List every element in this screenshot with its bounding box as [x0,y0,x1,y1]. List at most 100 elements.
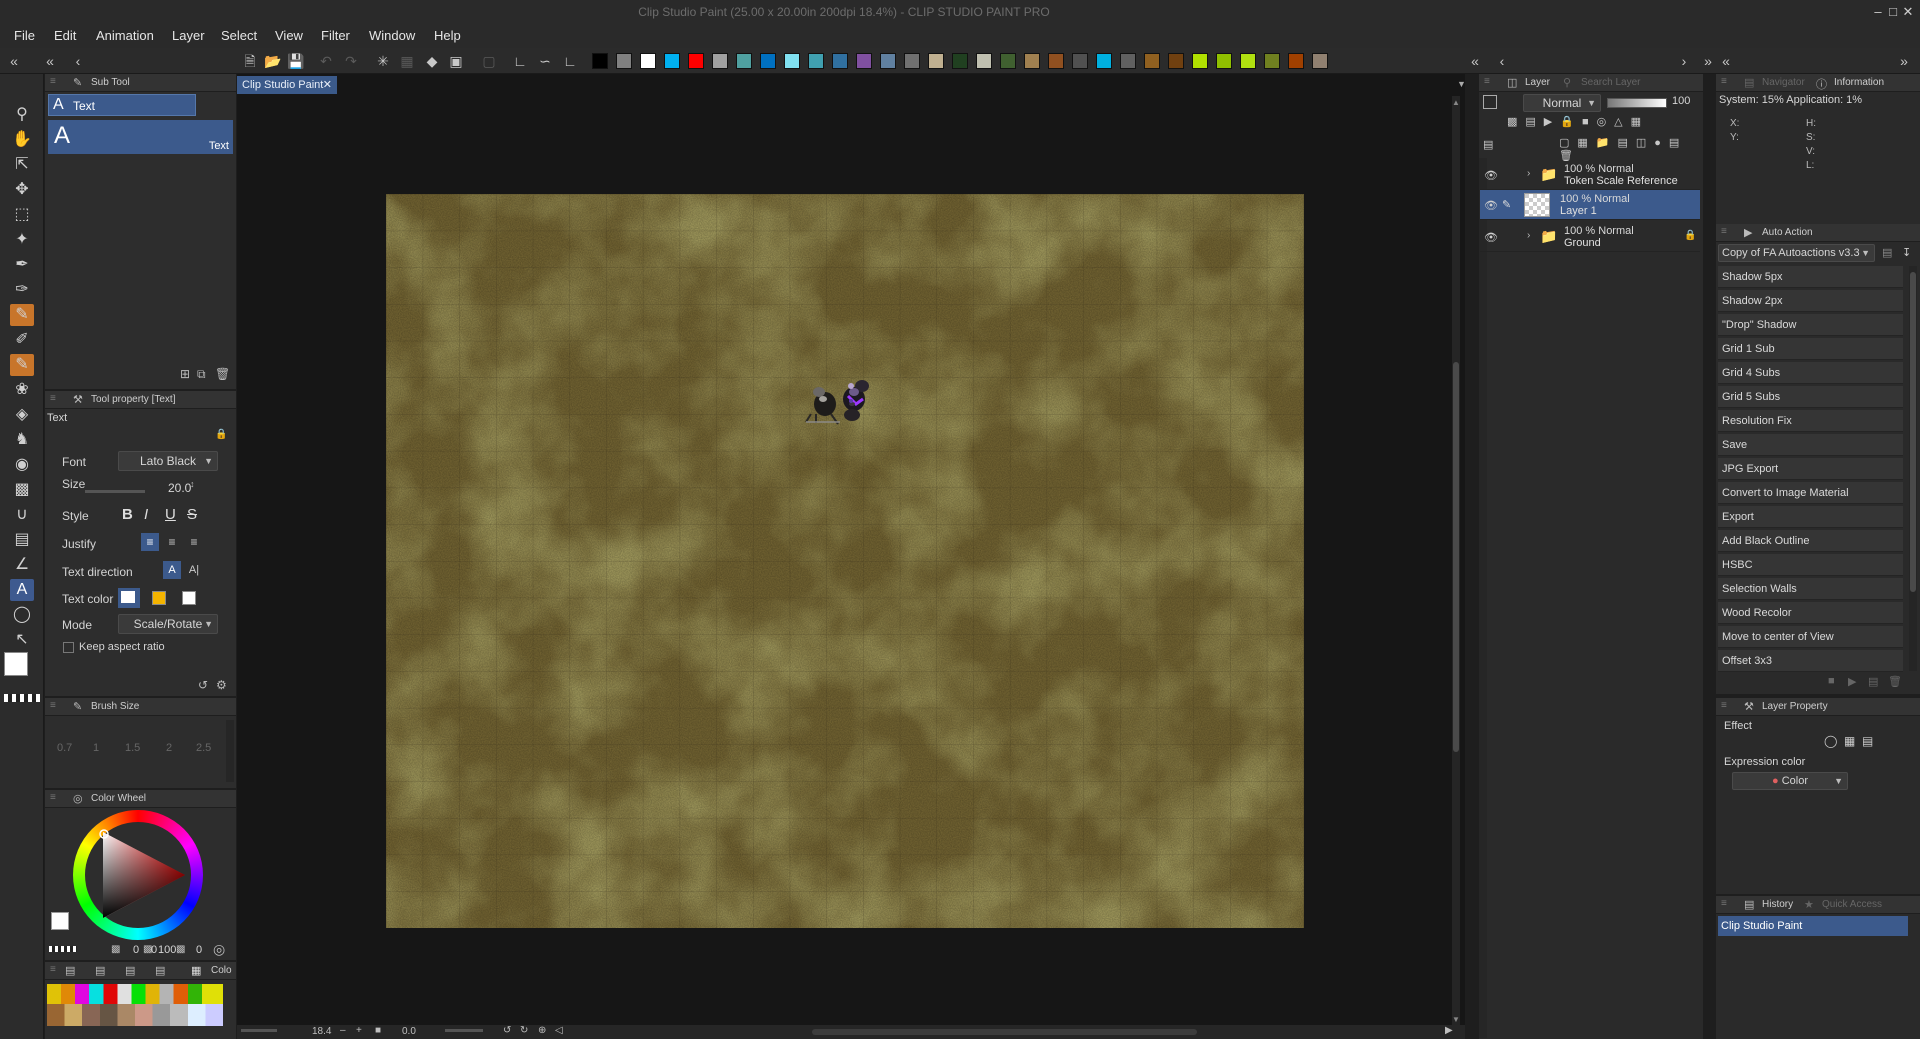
menu-animation[interactable]: Animation [96,28,154,43]
hand-tool-icon[interactable]: ✋ [10,129,34,151]
auto-action-item[interactable]: Shadow 2px [1718,290,1903,312]
tab-menu-icon[interactable]: ▼ [1457,79,1466,89]
collapse-left-icon[interactable]: « [6,53,22,69]
menu-file[interactable]: File [14,28,35,43]
brush-size-preset[interactable]: 2 [166,742,172,754]
reset-rotation-icon[interactable]: ⊕ [538,1025,546,1036]
scroll-right-icon[interactable]: ▶ [1445,1025,1453,1036]
selection-tool-icon[interactable]: ⬚ [10,204,34,226]
palette-swatch[interactable] [784,53,800,69]
palette-swatch[interactable] [688,53,704,69]
text-tool-icon[interactable]: A [10,579,34,601]
correct-line-tool-icon[interactable]: ↖ [10,629,34,651]
close-button[interactable]: ✕ [1898,2,1918,22]
subtool-group-tab[interactable]: A Text [48,94,196,116]
chevron-left-icon[interactable]: ‹ [1494,53,1510,69]
menu-window[interactable]: Window [369,28,415,43]
color-set-grid-row[interactable] [47,1004,223,1026]
tab-search-layer[interactable]: Search Layer [1581,77,1640,88]
palette-swatch[interactable] [1096,53,1112,69]
main-color-chip[interactable] [51,912,69,930]
tone-effect-icon[interactable]: ▦ [1844,734,1855,748]
palette-swatch[interactable] [616,53,632,69]
auto-action-new-icon[interactable]: ▤ [1868,675,1878,688]
border-icon[interactable]: ▢ [481,53,497,69]
palette-swatch[interactable] [952,53,968,69]
palette-swatch[interactable] [1264,53,1280,69]
map-canvas[interactable] [386,194,1304,928]
transform-icon[interactable]: ▣ [448,53,464,69]
frame-tool-icon[interactable]: ▤ [10,529,34,551]
angle-value[interactable]: 0.0 [402,1026,416,1037]
delete-subtool-icon[interactable]: 🗑 [215,367,230,381]
history-item[interactable]: Clip Studio Paint [1718,916,1908,936]
auto-action-item[interactable]: Grid 5 Subs [1718,386,1903,408]
palette-swatch[interactable] [1288,53,1304,69]
auto-action-item[interactable]: HSBC [1718,554,1903,576]
tab-quick-access[interactable]: Quick Access [1822,899,1882,910]
auto-action-item[interactable]: Move to center of View [1718,626,1903,648]
opacity-slider[interactable] [1607,98,1667,108]
color-set-tab-label[interactable]: Colo [211,965,232,976]
collapse-right-icon[interactable]: « [1467,53,1483,69]
palette-swatch[interactable] [880,53,896,69]
grip-icon[interactable]: ≡ [50,964,56,975]
auto-action-play-icon[interactable]: ▶ [1848,675,1856,688]
main-color-swatch[interactable] [4,652,28,676]
palette-swatch[interactable] [1192,53,1208,69]
brush-tool-icon[interactable]: ✐ [10,329,34,351]
palette-swatch[interactable] [1216,53,1232,69]
palette-swatch[interactable] [928,53,944,69]
tab-layer[interactable]: Layer [1525,77,1550,88]
ruler-snap-icon[interactable]: ∟ [512,53,528,69]
color-slider-tab-icon[interactable]: ▤ [65,964,75,977]
grip-icon[interactable]: ≡ [1721,76,1727,87]
transparent-chip[interactable] [49,946,77,952]
tab-information[interactable]: Information [1834,77,1884,88]
palette-swatch[interactable] [1000,53,1016,69]
selection-icon[interactable]: ▦ [399,53,415,69]
folder-expand-icon[interactable]: › [1527,168,1530,179]
auto-action-item[interactable]: Shadow 5px [1718,266,1903,288]
chevron-right-icon[interactable]: › [1676,53,1692,69]
palette-swatch[interactable] [1168,53,1184,69]
layer-toolbar-row2[interactable]: ▢▦📁▤◫●▤🗑 [1559,136,1699,162]
grip-icon[interactable]: ≡ [50,393,56,404]
visibility-eye-icon[interactable]: 👁 [1484,231,1498,244]
layer-panel-scroll-track[interactable] [1479,158,1487,1038]
palette-swatch[interactable] [808,53,824,69]
approximate-color-tab-icon[interactable]: ▤ [125,964,135,977]
palette-color-icon[interactable] [1483,95,1497,109]
grip-icon[interactable]: ≡ [1721,898,1727,909]
palette-swatch[interactable] [832,53,848,69]
user-color-chip[interactable] [182,591,196,605]
sub-color-chip[interactable] [152,591,166,605]
auto-action-add-icon[interactable]: ▤ [1882,246,1892,259]
palette-swatch[interactable] [1072,53,1088,69]
pencil-tool-icon[interactable]: ✎ [10,304,34,326]
palette-swatch[interactable] [640,53,656,69]
menu-filter[interactable]: Filter [321,28,350,43]
palette-swatch[interactable] [1240,53,1256,69]
ruler-tool-icon[interactable]: ∠ [10,554,34,576]
operation-tool-icon[interactable]: ⇱ [10,154,34,176]
auto-action-item[interactable]: Grid 4 Subs [1718,362,1903,384]
bold-button[interactable]: B [122,506,133,523]
palette-swatch[interactable] [664,53,680,69]
gradient-tool-icon[interactable]: ▩ [10,479,34,501]
open-file-icon[interactable]: 📂 [264,53,281,69]
auto-action-item[interactable]: Selection Walls [1718,578,1903,600]
auto-action-item[interactable]: Offset 3x3 [1718,650,1903,672]
fit-icon[interactable]: ■ [375,1025,381,1036]
palette-swatch[interactable] [856,53,872,69]
saturation-triangle[interactable] [95,828,189,922]
zoom-slider[interactable] [241,1029,277,1032]
balloon-tool-icon[interactable]: ◯ [10,604,34,626]
rotate-left-icon[interactable]: ↺ [503,1025,511,1036]
scroll-up-icon[interactable]: ▲ [1452,98,1460,107]
size-value[interactable]: 20.0 [168,481,191,495]
grip-icon[interactable]: ≡ [50,792,56,803]
auto-action-delete-icon[interactable]: 🗑 [1888,675,1902,688]
menu-select[interactable]: Select [221,28,257,43]
align-right-icon[interactable]: ≡ [185,533,203,551]
